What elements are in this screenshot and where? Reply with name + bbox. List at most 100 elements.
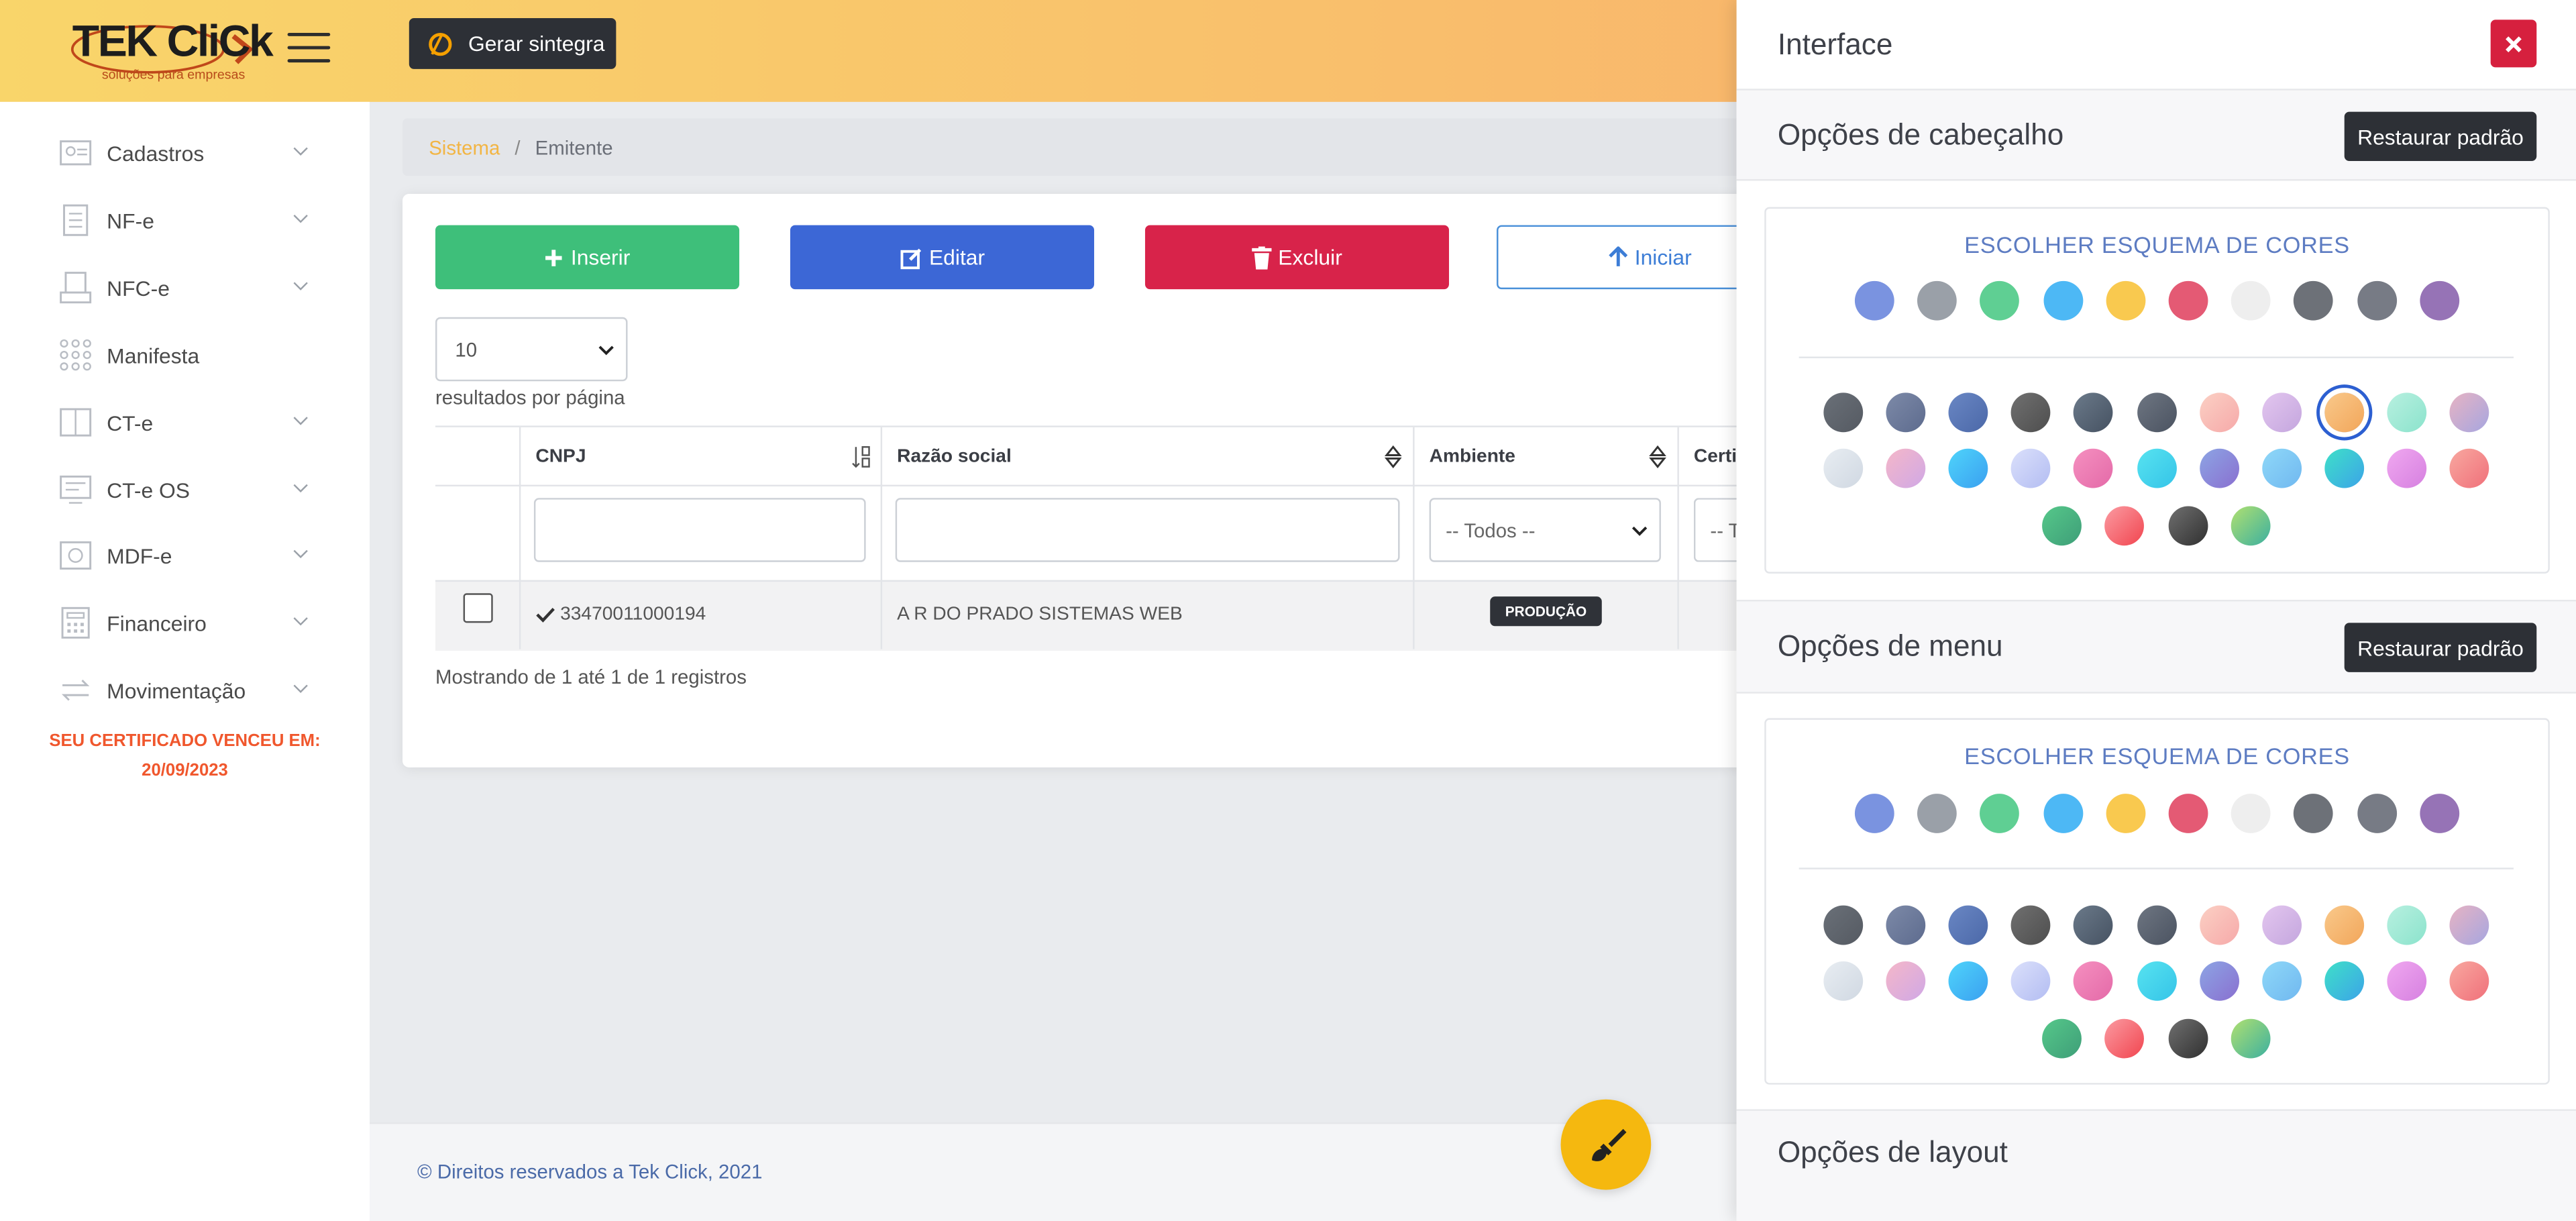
sidebar-item-manifesta[interactable]: Manifesta xyxy=(59,330,309,379)
razao-social-filter-input[interactable] xyxy=(895,498,1400,562)
solid-color-swatch[interactable] xyxy=(2168,794,2208,833)
row-select-checkbox[interactable] xyxy=(463,593,493,623)
gradient-color-swatch[interactable] xyxy=(1886,961,1926,1001)
header-options-title: Opções de cabeçalho xyxy=(1777,118,2064,152)
gradient-color-swatch[interactable] xyxy=(2449,905,2489,945)
breadcrumb-link-sistema[interactable]: Sistema xyxy=(429,136,500,158)
solid-color-swatch[interactable] xyxy=(2357,794,2397,833)
solid-color-swatch[interactable] xyxy=(1917,280,1957,321)
close-panel-button[interactable] xyxy=(2490,19,2537,68)
solid-color-swatch[interactable] xyxy=(2106,280,2145,321)
per-page-value: 10 xyxy=(455,337,478,361)
column-divider xyxy=(1677,484,1679,580)
generate-sintegra-button[interactable]: Gerar sintegra xyxy=(409,17,616,69)
solid-color-swatch[interactable] xyxy=(2231,280,2271,321)
gradient-color-swatch[interactable] xyxy=(1948,905,1988,945)
gradient-color-swatch[interactable] xyxy=(2387,448,2426,488)
header-color-scheme-box xyxy=(1764,207,2550,574)
solid-color-swatch[interactable] xyxy=(2231,794,2271,833)
gradient-color-swatch[interactable] xyxy=(2324,392,2364,433)
document-icon xyxy=(63,204,89,236)
gradient-color-swatch[interactable] xyxy=(2136,448,2176,488)
gradient-color-swatch[interactable] xyxy=(2167,1018,2208,1059)
gradient-color-swatch[interactable] xyxy=(2449,961,2489,1001)
gradient-color-swatch[interactable] xyxy=(2230,506,2270,546)
gradient-color-swatch[interactable] xyxy=(1823,392,1864,433)
gradient-color-swatch[interactable] xyxy=(1948,392,1988,433)
sidebar-item-mdfe[interactable]: MDF-e xyxy=(59,531,309,580)
header-restore-default-button[interactable]: Restaurar padrão xyxy=(2344,111,2537,162)
gradient-color-swatch[interactable] xyxy=(1823,905,1864,945)
gradient-color-swatch[interactable] xyxy=(2261,392,2302,433)
solid-color-swatch[interactable] xyxy=(2419,280,2459,321)
solid-color-swatch[interactable] xyxy=(1917,794,1957,833)
gradient-color-swatch[interactable] xyxy=(1823,448,1864,488)
sidebar-item-nfe[interactable]: NF-e xyxy=(59,195,309,244)
gradient-color-swatch[interactable] xyxy=(2136,905,2176,945)
solid-color-swatch[interactable] xyxy=(1854,794,1894,833)
gradient-color-swatch[interactable] xyxy=(2136,961,2176,1001)
cnpj-filter-input[interactable] xyxy=(533,498,866,562)
sidebar-item-label: Cadastros xyxy=(107,140,205,166)
solid-color-swatch[interactable] xyxy=(2043,280,2083,321)
gradient-color-swatch[interactable] xyxy=(2199,905,2239,945)
gradient-color-swatch[interactable] xyxy=(1886,905,1926,945)
gradient-color-swatch[interactable] xyxy=(2199,961,2239,1001)
column-header-razao-social[interactable]: Razão social xyxy=(880,427,1413,485)
per-page-select[interactable]: 10 xyxy=(435,317,628,382)
gradient-color-swatch[interactable] xyxy=(2324,961,2364,1001)
menu-restore-default-button[interactable]: Restaurar padrão xyxy=(2344,623,2537,672)
gradient-color-swatch[interactable] xyxy=(2230,1018,2270,1059)
sidebar-item-label: Movimentação xyxy=(107,678,246,703)
gradient-color-swatch[interactable] xyxy=(2167,506,2208,546)
gradient-color-swatch[interactable] xyxy=(2199,448,2239,488)
gradient-color-swatch[interactable] xyxy=(2324,905,2364,945)
gradient-color-swatch[interactable] xyxy=(2324,448,2364,488)
hamburger-menu-icon[interactable] xyxy=(287,30,331,66)
column-header-ambiente[interactable]: Ambiente xyxy=(1413,427,1677,485)
sidebar-item-cte[interactable]: CT-e xyxy=(59,398,309,447)
theme-customizer-button[interactable] xyxy=(1560,1099,1652,1190)
sidebar-item-cadastros[interactable]: Cadastros xyxy=(59,128,309,177)
gradient-color-swatch[interactable] xyxy=(2387,961,2426,1001)
gradient-color-swatch[interactable] xyxy=(1948,961,1988,1001)
solid-color-swatch[interactable] xyxy=(2168,280,2208,321)
sidebar-item-movimentacao[interactable]: Movimentação xyxy=(59,666,309,714)
gradient-color-swatch[interactable] xyxy=(2387,905,2426,945)
gradient-color-swatch[interactable] xyxy=(1886,448,1926,488)
gradient-color-swatch[interactable] xyxy=(2449,448,2489,488)
solid-color-swatch[interactable] xyxy=(2043,794,2083,833)
solid-color-swatch[interactable] xyxy=(1854,280,1894,321)
solid-color-swatch[interactable] xyxy=(2419,794,2459,833)
solid-color-swatch[interactable] xyxy=(2106,794,2145,833)
gradient-color-swatch[interactable] xyxy=(2136,392,2176,433)
gradient-color-swatch[interactable] xyxy=(1823,961,1864,1001)
gradient-color-swatch[interactable] xyxy=(2261,905,2302,945)
sidebar-item-nfce[interactable]: NFC-e xyxy=(59,263,309,312)
column-divider xyxy=(880,484,883,580)
gradient-color-swatch[interactable] xyxy=(2199,392,2239,433)
column-header-cnpj[interactable]: CNPJ xyxy=(519,427,881,485)
menu-color-scheme-title: ESCOLHER ESQUEMA DE CORES xyxy=(1964,743,2350,769)
arrow-up-icon xyxy=(1609,246,1628,266)
emitente-table: CNPJ Razão social Ambiente Certi -- Todo… xyxy=(435,425,1832,651)
arrows-exchange-icon xyxy=(61,680,90,701)
delete-button-label: Excluir xyxy=(1278,244,1342,270)
column-header-label: CNPJ xyxy=(535,446,586,466)
delete-button[interactable]: Excluir xyxy=(1144,225,1450,290)
gradient-color-swatch[interactable] xyxy=(2449,392,2489,433)
solid-color-swatch[interactable] xyxy=(2357,280,2397,321)
ambiente-filter-select[interactable]: -- Todos -- xyxy=(1429,498,1661,562)
gradient-color-swatch[interactable] xyxy=(1948,448,1988,488)
gradient-color-swatch[interactable] xyxy=(2261,961,2302,1001)
chevron-down-icon xyxy=(293,417,308,425)
gradient-color-swatch[interactable] xyxy=(2261,448,2302,488)
start-button[interactable]: Iniciar xyxy=(1497,225,1743,290)
gradient-color-swatch[interactable] xyxy=(2387,392,2426,433)
sidebar-item-financeiro[interactable]: Financeiro xyxy=(59,598,309,647)
edit-button[interactable]: Editar xyxy=(790,225,1095,290)
sintegra-logo-icon xyxy=(429,32,452,56)
insert-button[interactable]: Inserir xyxy=(435,225,740,290)
sidebar-item-cte-os[interactable]: CT-e OS xyxy=(59,465,309,514)
gradient-color-swatch[interactable] xyxy=(1886,392,1926,433)
